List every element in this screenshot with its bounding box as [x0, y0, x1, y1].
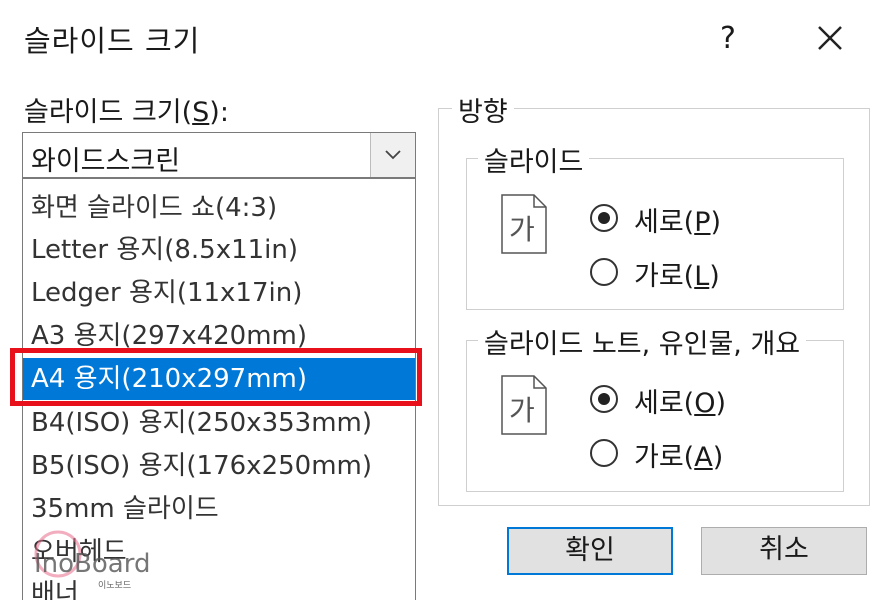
slides-portrait-radio[interactable]: 세로(P) — [590, 200, 790, 240]
dialog-title: 슬라이드 크기 — [24, 24, 201, 58]
label-text: 세로( — [634, 207, 695, 238]
close-icon — [818, 26, 842, 50]
label-text: 가로( — [634, 261, 695, 292]
slide-size-combobox[interactable]: 와이드스크린 — [22, 132, 416, 178]
slide-size-label-text: 슬라이드 크기( — [24, 97, 193, 128]
label-end: ) — [710, 207, 722, 238]
slides-landscape-label: 가로(L) — [634, 254, 720, 293]
orientation-group-title: 방향 — [452, 90, 514, 129]
dropdown-option[interactable]: Ledger 용지(11x17in) — [23, 272, 415, 314]
slide-size-label-key: S — [192, 97, 210, 128]
svg-text:가: 가 — [509, 394, 535, 427]
radio-button[interactable] — [590, 439, 618, 467]
slide-size-selected-value: 와이드스크린 — [31, 146, 181, 177]
notes-landscape-label: 가로(A) — [634, 435, 723, 474]
title-bar: 슬라이드 크기 ? — [0, 0, 890, 78]
label-end: ) — [709, 261, 720, 292]
svg-text:가: 가 — [509, 213, 535, 246]
cancel-button[interactable]: 취소 — [701, 527, 867, 575]
label-text: 가로( — [634, 442, 695, 473]
slide-size-label: 슬라이드 크기(S): — [24, 90, 229, 129]
label-key: L — [694, 261, 710, 292]
dropdown-option[interactable]: B5(ISO) 용지(176x250mm) — [23, 445, 415, 487]
label-text: 세로( — [634, 388, 695, 419]
slide-size-dialog: 슬라이드 크기 ? 슬라이드 크기(S): 와이드스크린 화면 슬라이드 쇼(4… — [0, 0, 890, 600]
svg-text:이노보드: 이노보드 — [98, 580, 131, 591]
radio-button-checked[interactable] — [590, 385, 618, 413]
dropdown-option[interactable]: 화면 슬라이드 쇼(4:3) — [23, 187, 415, 229]
portrait-page-icon: 가 — [501, 375, 547, 435]
close-button[interactable] — [806, 14, 854, 62]
radio-button[interactable] — [590, 258, 618, 286]
dropdown-option[interactable]: Letter 용지(8.5x11in) — [23, 229, 415, 271]
notes-portrait-radio[interactable]: 세로(O) — [590, 381, 790, 421]
annotation-highlight-box — [10, 348, 422, 406]
label-end: ) — [715, 388, 727, 419]
dropdown-toggle-button[interactable] — [370, 133, 415, 177]
svg-text:InoBoard: InoBoard — [34, 549, 150, 579]
label-key: A — [694, 442, 713, 473]
dropdown-option[interactable]: B4(ISO) 용지(250x353mm) — [23, 402, 415, 444]
portrait-page-icon: 가 — [501, 194, 547, 254]
ok-button[interactable]: 확인 — [507, 527, 673, 575]
notes-portrait-label: 세로(O) — [634, 381, 726, 420]
label-end: ) — [712, 442, 724, 473]
label-key: O — [694, 388, 716, 419]
slides-portrait-label: 세로(P) — [634, 200, 721, 239]
help-button[interactable]: ? — [705, 16, 751, 62]
watermark-logo: InoBoard 이노보드 — [34, 530, 150, 591]
slides-landscape-radio[interactable]: 가로(L) — [590, 254, 790, 294]
slide-size-label-end: ): — [209, 97, 229, 128]
label-key: P — [694, 207, 711, 238]
notes-group-title: 슬라이드 노트, 유인물, 개요 — [478, 322, 807, 361]
chevron-down-icon — [385, 150, 401, 160]
slides-group-title: 슬라이드 — [478, 140, 590, 179]
radio-button-checked[interactable] — [590, 204, 618, 232]
notes-landscape-radio[interactable]: 가로(A) — [590, 435, 790, 475]
dropdown-option[interactable]: 35mm 슬라이드 — [23, 488, 415, 530]
